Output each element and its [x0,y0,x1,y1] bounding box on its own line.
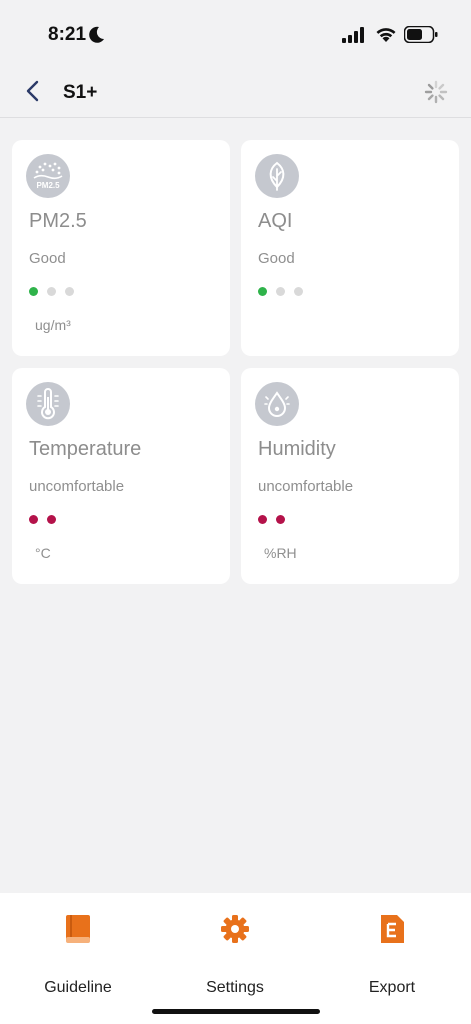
level-dot [29,287,38,296]
home-indicator [152,1009,320,1014]
tab-label-settings: Settings [206,979,264,996]
humidity-status: uncomfortable [258,478,354,495]
pm25-icon: PM2.5 [26,154,70,198]
level-dot [29,515,38,524]
battery-icon [404,26,438,43]
signal-icon [342,27,364,43]
humidity-title: Humidity [258,438,336,460]
level-dot [276,515,285,524]
svg-text:PM2.5: PM2.5 [36,181,60,190]
tab-settings[interactable]: Settings [175,913,295,996]
aqi-status: Good [258,250,295,267]
pm25-unit: ug/m³ [35,317,71,333]
page-title: S1+ [63,82,98,103]
humidity-unit: %RH [264,545,297,561]
book-icon [66,915,90,943]
pm25-level-dots [29,283,83,296]
tab-export[interactable]: Export [332,913,452,996]
temperature-status: uncomfortable [29,478,125,495]
status-time: 8:21 [48,24,87,45]
tab-bar: Guideline Settings Export [0,893,471,1024]
pm25-status: Good [29,250,66,267]
temperature-level-dots [29,511,65,524]
droplet-icon [255,382,299,426]
nav-bar: S1+ [0,64,471,118]
humidity-level-dots [258,511,294,524]
tab-label-guideline: Guideline [44,979,112,996]
loading-spinner-icon [424,80,448,104]
pm25-card[interactable]: PM2.5 PM2.5 Good ug/m³ [12,140,230,356]
export-file-icon [381,915,404,943]
wifi-icon [376,28,396,42]
level-dot [276,287,285,296]
temperature-unit: °C [35,545,51,561]
aqi-level-dots [258,283,312,296]
level-dot [258,287,267,296]
level-dot [258,515,267,524]
aqi-card[interactable]: AQI Good [241,140,459,356]
temperature-title: Temperature [29,438,142,460]
gear-icon [221,915,249,943]
leaf-icon [255,154,299,198]
aqi-title: AQI [258,210,293,232]
level-dot [47,515,56,524]
level-dot [65,287,74,296]
tab-guideline[interactable]: Guideline [18,913,138,996]
thermometer-icon [26,382,70,426]
humidity-card[interactable]: Humidity uncomfortable %RH [241,368,459,584]
moon-icon [89,26,104,43]
tab-label-export: Export [368,979,416,996]
level-dot [47,287,56,296]
pm25-title: PM2.5 [29,210,87,232]
temperature-card[interactable]: Temperature uncomfortable °C [12,368,230,584]
back-button[interactable] [22,78,46,104]
status-bar: 8:21 [0,0,471,64]
level-dot [294,287,303,296]
